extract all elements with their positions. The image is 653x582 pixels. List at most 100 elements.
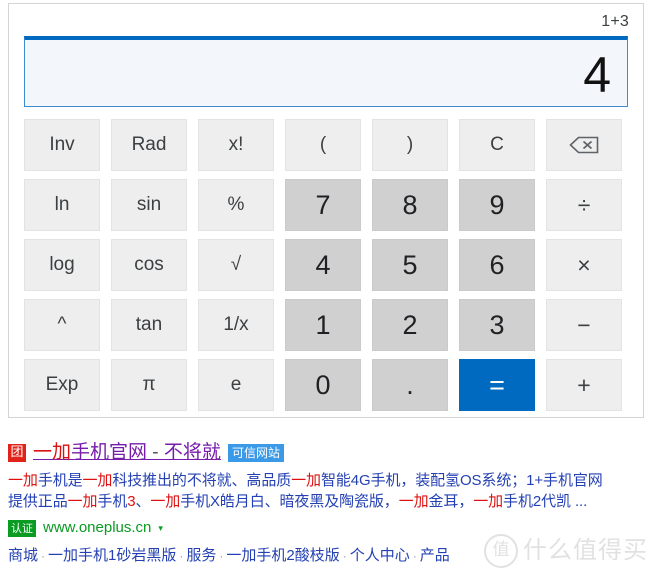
key-inv[interactable]: Inv: [24, 119, 100, 171]
key-label: ^: [57, 314, 67, 335]
key-plus[interactable]: +: [546, 359, 622, 411]
key-tan[interactable]: tan: [111, 299, 187, 351]
highlighted-term: 一加: [82, 472, 113, 489]
key-ln[interactable]: ln: [24, 179, 100, 231]
key-2[interactable]: 2: [372, 299, 448, 351]
key-multiply[interactable]: ×: [546, 239, 622, 291]
text-run: 、: [135, 493, 151, 510]
calculator-expression: 1+3: [601, 13, 629, 30]
key-label: 1: [315, 309, 331, 340]
key-backspace[interactable]: [546, 119, 622, 171]
key-power[interactable]: ^: [24, 299, 100, 351]
verified-badge: 认证: [8, 519, 36, 537]
key-label: (: [319, 134, 327, 155]
screenshot-root: 1+3 4 Inv Rad x!() Cln sin% 7 8 9 ÷ log cos √ 4 5 6 × ^ t…: [0, 0, 653, 582]
key-label: x!: [228, 134, 244, 155]
key-label: 1/x: [223, 314, 249, 335]
highlighted-term: 一加: [33, 442, 72, 463]
key-rad[interactable]: Rad: [111, 119, 187, 171]
calculator-panel: 1+3 4 Inv Rad x!() Cln sin% 7 8 9 ÷ log cos √ 4 5 6 × ^ t…: [8, 3, 644, 418]
key-clear[interactable]: C: [459, 119, 535, 171]
text-run: 智能4G手机，装配氢OS系统；1+手机官网: [320, 472, 603, 489]
text-run: 手机是: [37, 472, 83, 489]
sitelink-separator: ·: [342, 549, 347, 563]
key-close-paren[interactable]: ): [372, 119, 448, 171]
text-run: 科技推出的不将就、高品质: [112, 472, 292, 489]
key-label: +: [577, 371, 591, 398]
key-0[interactable]: 0: [285, 359, 361, 411]
key-1[interactable]: 1: [285, 299, 361, 351]
text-run: 金耳，: [428, 493, 474, 510]
search-result: 团 一加手机官网 - 不将就 可信网站 一加手机是一加科技推出的不将就、高品质一…: [8, 441, 648, 567]
key-cos[interactable]: cos: [111, 239, 187, 291]
key-divide[interactable]: ÷: [546, 179, 622, 231]
key-label: π: [142, 374, 156, 395]
key-percent[interactable]: %: [198, 179, 274, 231]
search-result-url-row: 认证 www.oneplus.cn ▾: [8, 519, 648, 537]
key-e[interactable]: e: [198, 359, 274, 411]
sitelinks-row: 商城 · 一加手机1砂岩黑版 · 服务 · 一加手机2酸枝版 · 个人中心 · 产品: [8, 545, 648, 567]
backspace-icon: [569, 136, 599, 154]
key-label: ×: [577, 251, 591, 278]
key-label: ÷: [577, 191, 591, 218]
key-label: 6: [489, 249, 505, 280]
calculator-result: 4: [583, 47, 611, 103]
snippet-line-2: 提供正品一加手机3、一加手机X皓月白、暗夜黑及陶瓷版，一加金耳，一加手机2代凯 …: [8, 491, 648, 512]
key-sqrt[interactable]: √: [198, 239, 274, 291]
key-label: Exp: [45, 374, 79, 395]
sitelink[interactable]: 服务: [186, 547, 216, 564]
key-decimal[interactable]: .: [372, 359, 448, 411]
highlighted-term: 一加: [150, 493, 181, 510]
keypad-row: Inv Rad x! () C: [24, 119, 630, 171]
key-label: tan: [135, 314, 163, 335]
key-open-paren[interactable]: (: [285, 119, 361, 171]
sitelink[interactable]: 一加手机2酸枝版: [226, 547, 339, 564]
sitelink[interactable]: 个人中心: [350, 547, 410, 564]
chevron-down-icon[interactable]: ▾: [158, 521, 163, 536]
key-label: %: [227, 194, 245, 215]
sitelink[interactable]: 商城: [8, 547, 38, 564]
result-url[interactable]: www.oneplus.cn: [43, 519, 151, 537]
key-label: √: [230, 254, 242, 275]
key-6[interactable]: 6: [459, 239, 535, 291]
key-minus[interactable]: −: [546, 299, 622, 351]
calculator-keypad: Inv Rad x! () Cln sin% 7 8 9 ÷ log cos √ 4 5 6 × ^ tan 1/x 1…: [24, 119, 630, 419]
text-run: -: [147, 442, 164, 463]
search-result-title-link[interactable]: 一加手机官网 - 不将就: [33, 441, 221, 465]
sitelink-separator: ·: [219, 549, 224, 563]
key-exp[interactable]: Exp: [24, 359, 100, 411]
key-9[interactable]: 9: [459, 179, 535, 231]
key-label: Rad: [131, 134, 167, 155]
site-favicon-icon: 团: [8, 444, 26, 462]
key-7[interactable]: 7: [285, 179, 361, 231]
key-label: log: [49, 254, 75, 275]
key-5[interactable]: 5: [372, 239, 448, 291]
key-3[interactable]: 3: [459, 299, 535, 351]
trusted-site-badge: 可信网站: [227, 444, 284, 462]
key-label: Inv: [49, 134, 75, 155]
keypad-row: Exp π e 0. = +: [24, 359, 630, 411]
key-label: 9: [489, 189, 505, 220]
snippet-line-1: 一加手机是一加科技推出的不将就、高品质一加智能4G手机，装配氢OS系统；1+手机…: [8, 470, 648, 491]
key-equals[interactable]: =: [459, 359, 535, 411]
key-label: ln: [54, 194, 70, 215]
sitelink[interactable]: 一加手机1砂岩黑版: [48, 547, 176, 564]
key-factorial[interactable]: x!: [198, 119, 274, 171]
sitelink[interactable]: 产品: [420, 547, 450, 564]
key-sin[interactable]: sin: [111, 179, 187, 231]
calculator-display[interactable]: 4: [24, 36, 628, 107]
key-label: ): [406, 134, 414, 155]
text-run: 不将就: [163, 442, 221, 463]
key-label: =: [489, 369, 505, 400]
key-reciprocal[interactable]: 1/x: [198, 299, 274, 351]
key-log[interactable]: log: [24, 239, 100, 291]
key-label: cos: [134, 254, 164, 275]
key-label: 3: [489, 309, 505, 340]
key-8[interactable]: 8: [372, 179, 448, 231]
key-pi[interactable]: π: [111, 359, 187, 411]
sitelink-separator: ·: [412, 549, 417, 563]
key-4[interactable]: 4: [285, 239, 361, 291]
key-label: sin: [136, 194, 162, 215]
highlighted-term: 一加: [473, 493, 504, 510]
key-label: e: [230, 374, 242, 395]
